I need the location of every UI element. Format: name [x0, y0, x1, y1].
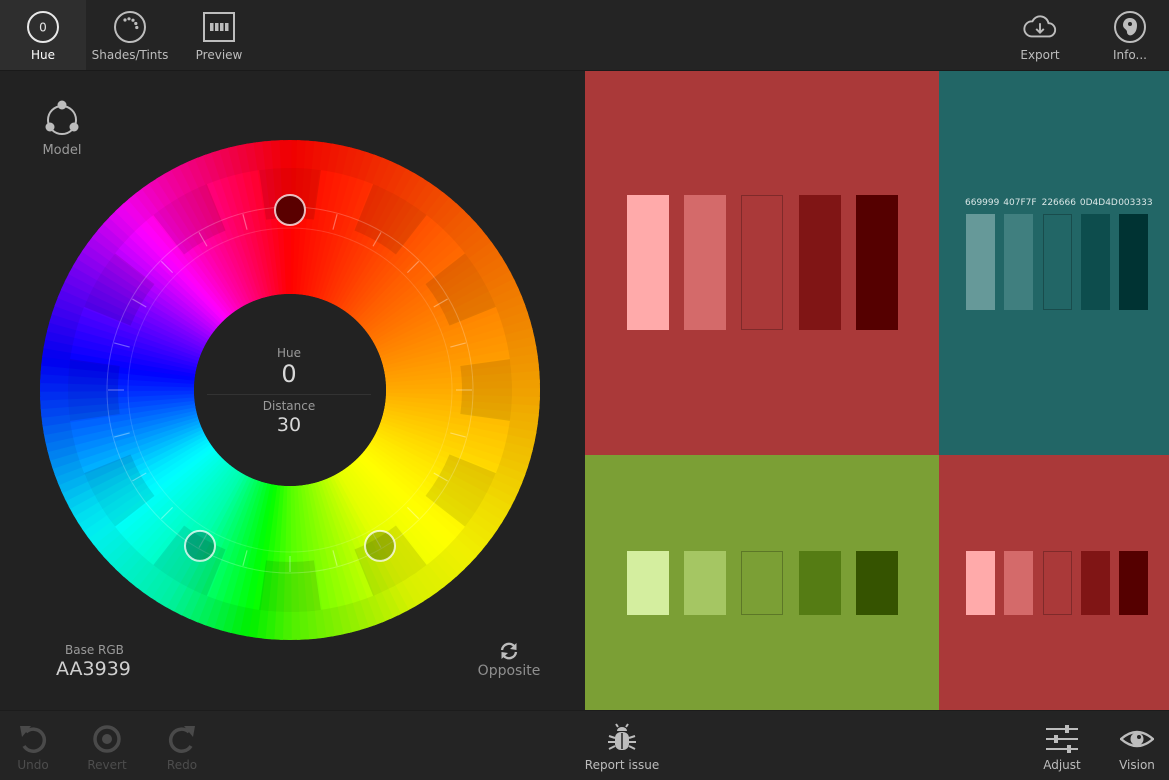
swatch[interactable] — [966, 551, 995, 615]
opposite-button[interactable]: Opposite — [474, 641, 544, 679]
swatch[interactable] — [855, 551, 898, 615]
report-issue-label: Report issue — [584, 758, 660, 772]
tab-preview-label: Preview — [195, 48, 243, 62]
bug-icon — [605, 722, 639, 756]
palette-preview: 669999 407F7F 226666 0D4D4D 003333 — [585, 71, 1169, 710]
vision-label: Vision — [1119, 758, 1155, 772]
revert-icon — [90, 722, 124, 756]
redo-icon — [165, 722, 199, 756]
export-button[interactable]: Export — [997, 0, 1083, 70]
wheel-center-readout: Hue 0 Distance 30 — [193, 295, 385, 487]
revert-label: Revert — [87, 758, 127, 772]
info-button[interactable]: Info... — [1087, 0, 1169, 70]
eye-icon — [1120, 722, 1154, 756]
wheel-handle-base[interactable] — [274, 194, 306, 226]
hue-readout-label: Hue — [276, 345, 301, 360]
distance-readout-label: Distance — [262, 398, 316, 413]
primary-color-tile[interactable] — [585, 71, 939, 455]
undo-button[interactable]: Undo — [13, 711, 53, 780]
readout-divider — [207, 393, 371, 395]
opposite-label: Opposite — [477, 663, 541, 679]
swatch[interactable] — [855, 195, 898, 330]
secondary-color-tile[interactable]: 669999 407F7F 226666 0D4D4D 003333 — [939, 71, 1169, 455]
tab-hue[interactable]: 0 Hue — [0, 0, 86, 70]
swatch-hex-label: 669999 — [965, 198, 1000, 208]
swatch[interactable] — [1119, 214, 1149, 310]
revert-button[interactable]: Revert — [84, 711, 130, 780]
swatch[interactable] — [1042, 551, 1072, 615]
tertiary-color-tile[interactable] — [585, 455, 939, 710]
swatch[interactable] — [798, 195, 841, 330]
wheel-handle-complement-2[interactable] — [184, 529, 216, 562]
hue-readout-value: 0 — [281, 359, 297, 388]
base-rgb-label: Base RGB — [65, 643, 124, 657]
base-rgb-value[interactable]: AA3939 — [56, 658, 131, 680]
swatch[interactable] — [1119, 551, 1149, 615]
swatch[interactable] — [798, 551, 841, 615]
tab-preview[interactable]: Preview — [176, 0, 262, 70]
swatch[interactable] — [684, 551, 727, 615]
distance-readout-value: 30 — [276, 413, 302, 436]
tab-hue-label: Hue — [30, 48, 55, 62]
swatch[interactable] — [1004, 214, 1034, 310]
tab-shades-tints[interactable]: Shades/Tints — [86, 0, 174, 70]
redo-label: Redo — [166, 758, 198, 772]
vision-button[interactable]: Vision — [1114, 711, 1160, 780]
swatch-hex-label: 0D4D4D — [1079, 198, 1118, 208]
swatch-hex-label: 003333 — [1118, 198, 1153, 208]
hue-badge-value: 0 — [39, 21, 47, 35]
refresh-icon — [500, 642, 518, 660]
palette-info-icon — [1112, 9, 1148, 45]
bottom-toolbar: Undo Revert Redo Report issue Adjust Vis… — [0, 710, 1169, 780]
swatch[interactable] — [966, 214, 995, 310]
swatch[interactable] — [627, 195, 669, 330]
hue-badge-icon: 0 — [25, 9, 61, 45]
undo-label: Undo — [17, 758, 49, 772]
sliders-icon — [1045, 722, 1079, 756]
adjust-label: Adjust — [1043, 758, 1081, 772]
swatch[interactable] — [627, 551, 669, 615]
color-wheel-panel: Model Hue 0 Distance 30 Base RGB AA3939 … — [0, 71, 585, 710]
swatch[interactable] — [684, 195, 727, 330]
swatch-hex-label: 407F7F — [1003, 198, 1037, 208]
tab-shades-label: Shades/Tints — [91, 48, 169, 62]
triad-model-icon — [45, 100, 79, 135]
swatch[interactable] — [741, 195, 784, 330]
complement-color-tile[interactable] — [939, 455, 1169, 710]
shades-dots-icon — [112, 9, 148, 45]
swatch[interactable] — [741, 551, 784, 615]
adjust-button[interactable]: Adjust — [1039, 711, 1085, 780]
swatch[interactable] — [1004, 551, 1034, 615]
base-rgb[interactable]: Base RGB AA3939 — [56, 643, 131, 680]
swatch[interactable] — [1042, 214, 1072, 310]
redo-button[interactable]: Redo — [162, 711, 202, 780]
preview-icon — [201, 9, 237, 45]
export-label: Export — [1020, 48, 1060, 62]
swatch[interactable] — [1080, 214, 1110, 310]
swatch-hex-label: 226666 — [1041, 198, 1076, 208]
swatch[interactable] — [1080, 551, 1110, 615]
undo-icon — [16, 722, 50, 756]
info-label: Info... — [1113, 48, 1147, 62]
cloud-download-icon — [1022, 9, 1058, 45]
wheel-handle-complement-1[interactable] — [364, 529, 396, 562]
report-issue-button[interactable]: Report issue — [582, 711, 662, 780]
top-toolbar: 0 Hue Shades/Tints Preview Export Info..… — [0, 0, 1169, 71]
